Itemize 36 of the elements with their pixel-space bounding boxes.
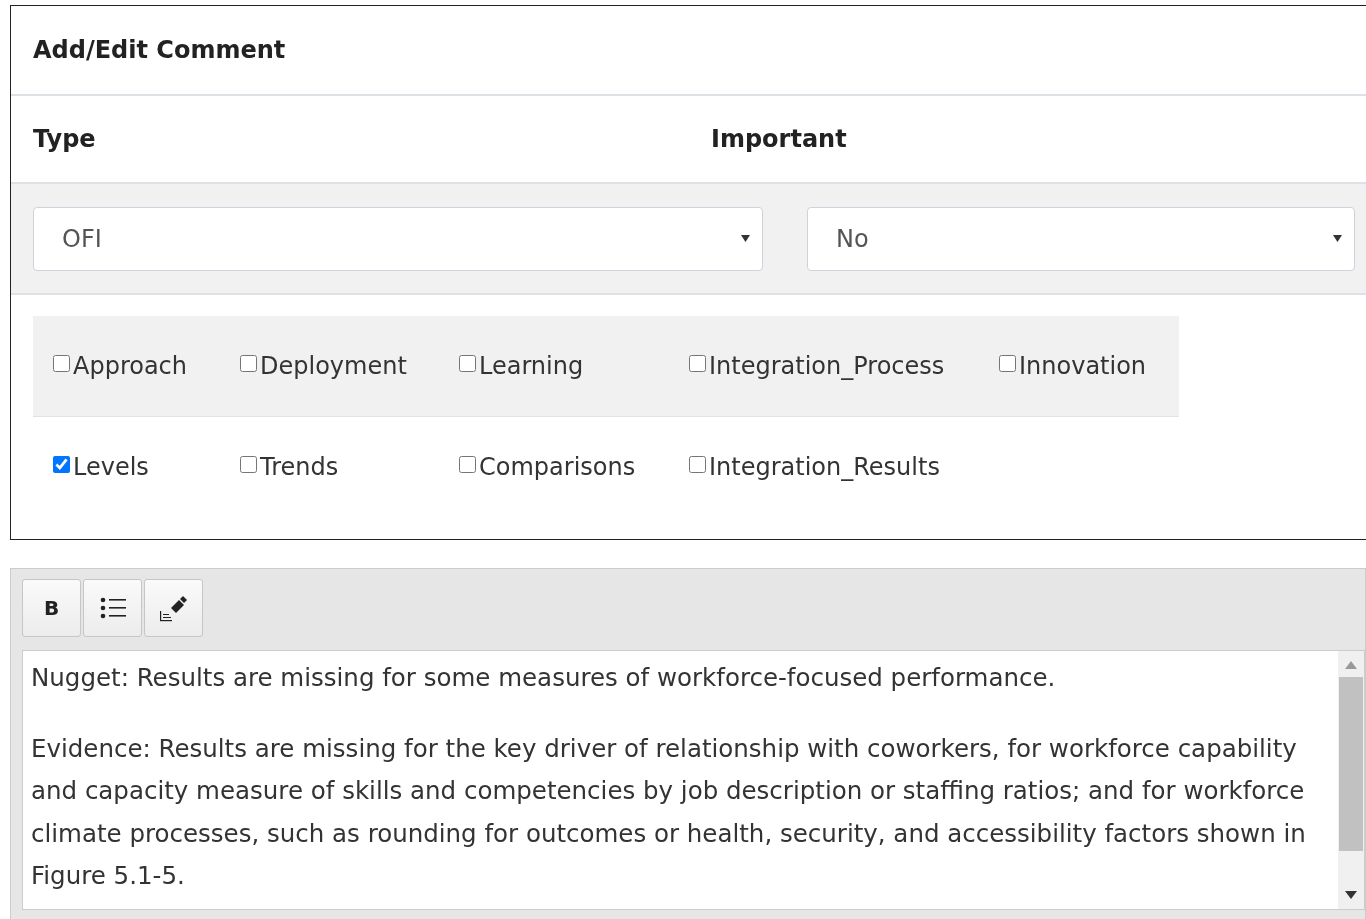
checkbox[interactable] [459, 455, 476, 473]
bold-button[interactable]: B [22, 579, 81, 637]
list-icon [99, 597, 126, 619]
checkbox[interactable] [240, 354, 257, 372]
field-label: Type [33, 125, 97, 153]
checkbox[interactable] [240, 455, 257, 473]
checkbox-label: Approach [73, 352, 188, 380]
scroll-down-icon[interactable] [1345, 891, 1357, 899]
checkbox-label: Deployment [260, 352, 407, 380]
caret-icon [741, 235, 750, 242]
paragraph: Evidence: Results are missing for the key driver of relationship with coworkers, for workforce capability and capacity measure of skills and competencies by job description or staffing ratios; and for workforce climate processes, such as rounding for outcomes or health, security, and accessibility factors shown in Figure 5.1-5. [31, 732, 1307, 892]
dropdown[interactable]: No [807, 206, 1355, 271]
checkbox-label: Learning [479, 352, 584, 380]
checkbox-label: Levels [73, 453, 149, 481]
checkbox[interactable] [999, 354, 1016, 372]
checkbox-label: Comparisons [479, 453, 636, 481]
caret-icon [1333, 235, 1342, 242]
checkbox[interactable] [53, 354, 70, 372]
checkbox-label: Integration_Results [709, 453, 940, 481]
checkbox-label: Trends [260, 453, 339, 481]
brush-icon [158, 594, 189, 622]
list-button[interactable] [83, 579, 142, 637]
format-button[interactable] [144, 579, 203, 637]
scroll-up-icon[interactable] [1345, 661, 1357, 669]
scrollbar[interactable] [1338, 651, 1364, 909]
paragraph: Nugget: Results are missing for some measures of workforce-focused performance. [31, 662, 1057, 694]
checkbox[interactable] [689, 455, 706, 473]
checkbox[interactable] [689, 354, 706, 372]
panel-title: Add/Edit Comment [33, 36, 286, 64]
checkbox-label: Innovation [1019, 352, 1147, 380]
field-label: Important [711, 125, 848, 153]
text-editor[interactable] [22, 650, 1365, 910]
checkbox-label: Integration_Process [709, 352, 945, 380]
checkbox[interactable] [459, 354, 476, 372]
dropdown[interactable]: OFI [33, 206, 763, 271]
checkbox[interactable] [53, 455, 70, 473]
